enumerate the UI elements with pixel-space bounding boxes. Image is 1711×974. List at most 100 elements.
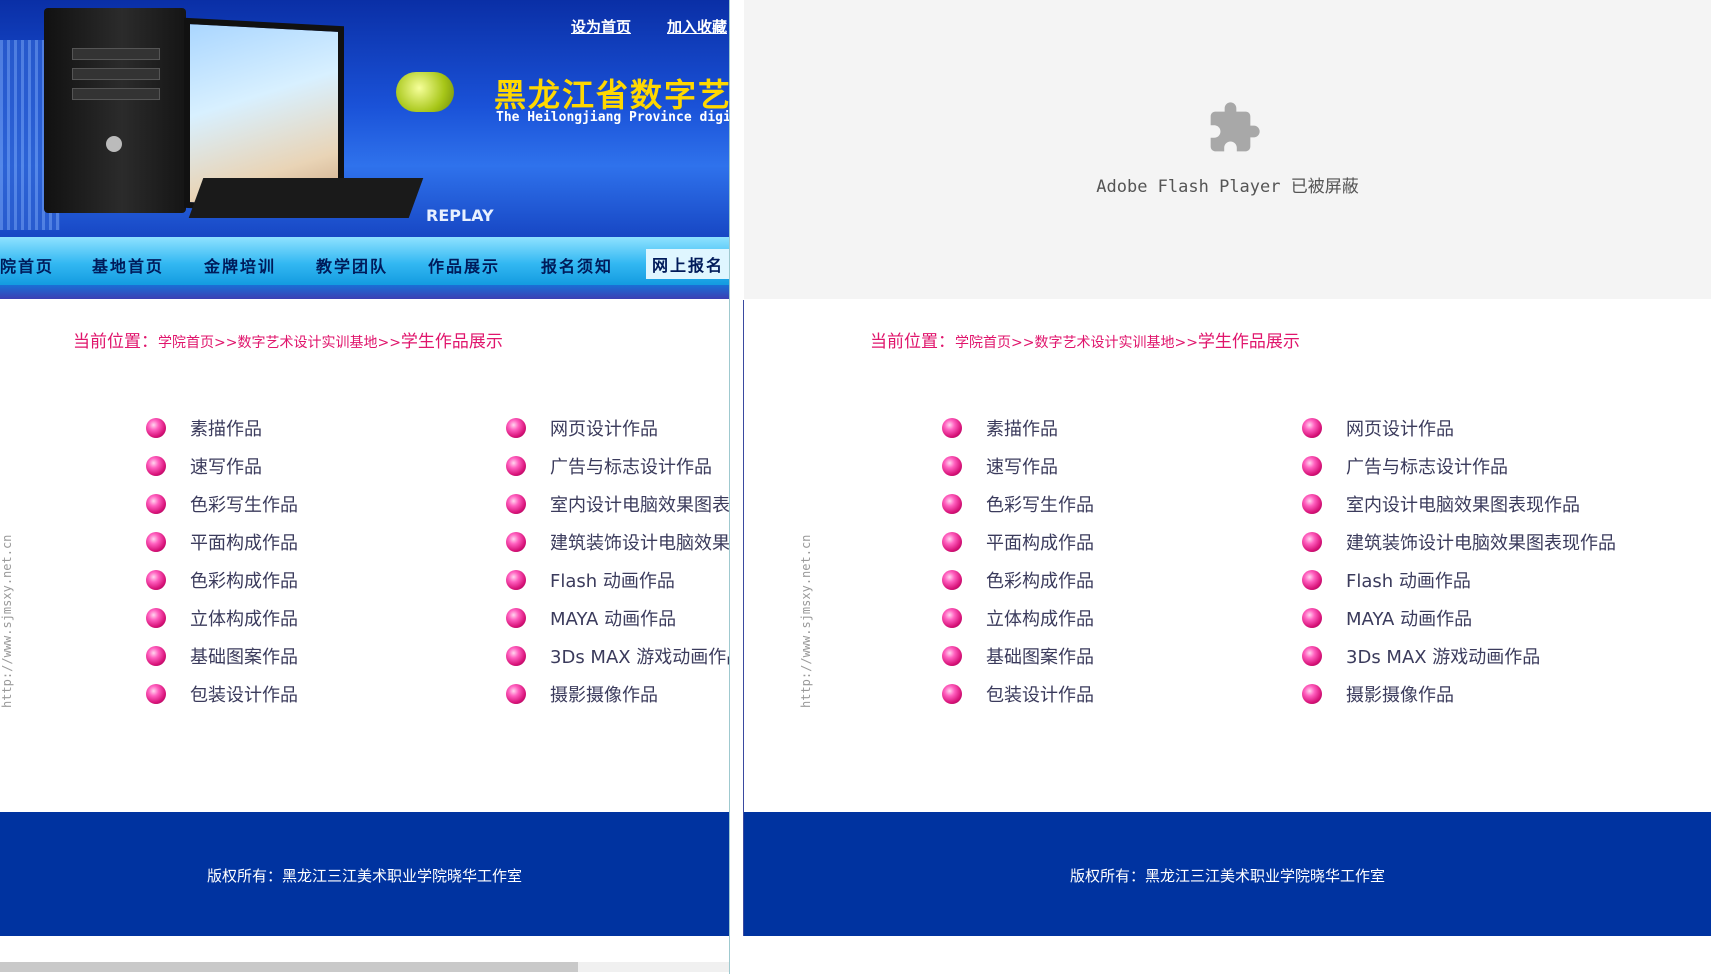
bullet-icon [146,608,166,628]
footer: 版权所有：黑龙江三江美术职业学院晓华工作室 [744,812,1711,936]
nav-underbar [0,285,729,299]
bullet-icon [942,456,962,476]
works-list-left: 素描作品 速写作品 色彩写生作品 平面构成作品 色彩构成作品 立体构成作品 基础… [942,409,1094,713]
list-item[interactable]: 室内设计电脑效果图表现作品 [506,485,729,523]
scrollbar-thumb[interactable] [0,962,578,972]
works-list-right: 网页设计作品 广告与标志设计作品 室内设计电脑效果图表现作品 建筑装饰设计电脑效… [1302,409,1616,713]
list-item[interactable]: 色彩构成作品 [942,561,1094,599]
top-links: 设为首页 加入收藏 [571,16,727,37]
list-item[interactable]: 摄影摄像作品 [1302,675,1616,713]
list-item[interactable]: Flash 动画作品 [506,561,729,599]
list-item[interactable]: 建筑装饰设计电脑效果图表现作品 [1302,523,1616,561]
list-item[interactable]: 立体构成作品 [146,599,298,637]
list-item[interactable]: 速写作品 [146,447,298,485]
bullet-icon [1302,684,1322,704]
set-homepage-link[interactable]: 设为首页 [571,16,631,37]
nav-item-notice[interactable]: 报名须知 [541,253,613,277]
list-item[interactable]: 基础图案作品 [146,637,298,675]
bullet-icon [1302,608,1322,628]
nav-item-college-home[interactable]: 院首页 [0,253,54,277]
main-nav: 院首页 基地首页 金牌培训 教学团队 作品展示 报名须知 网上报名 [0,237,729,285]
vertical-site-url: http://www.sjmsxy.net.cn [799,534,813,708]
bullet-icon [146,646,166,666]
bullet-icon [942,494,962,514]
nav-item-works[interactable]: 作品展示 [428,253,500,277]
list-item[interactable]: 色彩构成作品 [146,561,298,599]
works-list-left: 素描作品 速写作品 色彩写生作品 平面构成作品 色彩构成作品 立体构成作品 基础… [146,409,298,713]
header-banner: 黑龙江省数字艺术 The Heilongjiang Province digit… [0,0,729,237]
flash-blocked-message: Adobe Flash Player 已被屏蔽 [1096,177,1359,197]
list-item[interactable]: Flash 动画作品 [1302,561,1616,599]
horizontal-scrollbar[interactable] [0,962,729,972]
breadcrumb-label: 当前位置： [870,332,955,352]
replay-button[interactable]: REPLAY [426,206,494,225]
nav-item-base-home[interactable]: 基地首页 [92,253,164,277]
breadcrumb-label: 当前位置： [73,332,158,352]
list-item[interactable]: 立体构成作品 [942,599,1094,637]
bullet-icon [942,418,962,438]
drive-slot [72,48,160,60]
list-item[interactable]: 包装设计作品 [942,675,1094,713]
bullet-icon [506,646,526,666]
nav-item-team[interactable]: 教学团队 [316,253,388,277]
bullet-icon [506,456,526,476]
bullet-icon [506,684,526,704]
bullet-icon [1302,456,1322,476]
list-item[interactable]: 素描作品 [146,409,298,447]
list-item[interactable]: MAYA 动画作品 [1302,599,1616,637]
breadcrumb: 当前位置：学院首页>>数字艺术设计实训基地>>学生作品展示 [73,327,503,352]
bullet-icon [506,494,526,514]
nav-item-register[interactable]: 网上报名 [646,249,729,279]
bullet-icon [506,608,526,628]
list-item[interactable]: 建筑装饰设计电脑效果图表现作品 [506,523,729,561]
bullet-icon [1302,646,1322,666]
list-item[interactable]: 基础图案作品 [942,637,1094,675]
power-button-image [106,136,122,152]
nav-item-training[interactable]: 金牌培训 [204,253,276,277]
bullet-icon [146,684,166,704]
copyright-text: 版权所有：黑龙江三江美术职业学院晓华工作室 [1069,867,1385,885]
bullet-icon [1302,570,1322,590]
list-item[interactable]: 广告与标志设计作品 [1302,447,1616,485]
breadcrumb-current: 学生作品展示 [400,332,503,352]
vertical-site-url: http://www.sjmsxy.net.cn [0,534,14,708]
list-item[interactable]: 3Ds MAX 游戏动画作品 [1302,637,1616,675]
list-item[interactable]: 包装设计作品 [146,675,298,713]
bullet-icon [506,532,526,552]
bullet-icon [146,418,166,438]
bullet-icon [146,532,166,552]
list-item[interactable]: 室内设计电脑效果图表现作品 [1302,485,1616,523]
flash-placeholder[interactable]: Adobe Flash Player 已被屏蔽 [744,0,1711,299]
bullet-icon [942,570,962,590]
bullet-icon [942,646,962,666]
list-item[interactable]: 色彩写生作品 [146,485,298,523]
footer: 版权所有：黑龙江三江美术职业学院晓华工作室 [0,812,729,936]
site-subtitle: The Heilongjiang Province digital [496,110,729,125]
breadcrumb-path[interactable]: 学院首页>>数字艺术设计实训基地>> [955,335,1198,351]
list-item[interactable]: 平面构成作品 [942,523,1094,561]
bullet-icon [1302,418,1322,438]
pane-divider [729,0,744,974]
bullet-icon [506,418,526,438]
list-item[interactable]: 平面构成作品 [146,523,298,561]
list-item[interactable]: 速写作品 [942,447,1094,485]
list-item[interactable]: 摄影摄像作品 [506,675,729,713]
right-pane: Adobe Flash Player 已被屏蔽 当前位置：学院首页>>数字艺术设… [744,0,1711,974]
bullet-icon [1302,532,1322,552]
list-item[interactable]: MAYA 动画作品 [506,599,729,637]
add-favorite-link[interactable]: 加入收藏 [667,16,727,37]
drive-slot [72,68,160,80]
drive-slot [72,88,160,100]
keyboard-image [188,178,424,218]
works-list-right: 网页设计作品 广告与标志设计作品 室内设计电脑效果图表现作品 建筑装饰设计电脑效… [506,409,729,713]
breadcrumb-path[interactable]: 学院首页>>数字艺术设计实训基地>> [158,335,401,351]
list-item[interactable]: 3Ds MAX 游戏动画作品 [506,637,729,675]
list-item[interactable]: 广告与标志设计作品 [506,447,729,485]
list-item[interactable]: 网页设计作品 [506,409,729,447]
list-item[interactable]: 素描作品 [942,409,1094,447]
bullet-icon [146,494,166,514]
list-item[interactable]: 网页设计作品 [1302,409,1616,447]
breadcrumb-current: 学生作品展示 [1197,332,1300,352]
list-item[interactable]: 色彩写生作品 [942,485,1094,523]
logo-icon [396,72,454,112]
